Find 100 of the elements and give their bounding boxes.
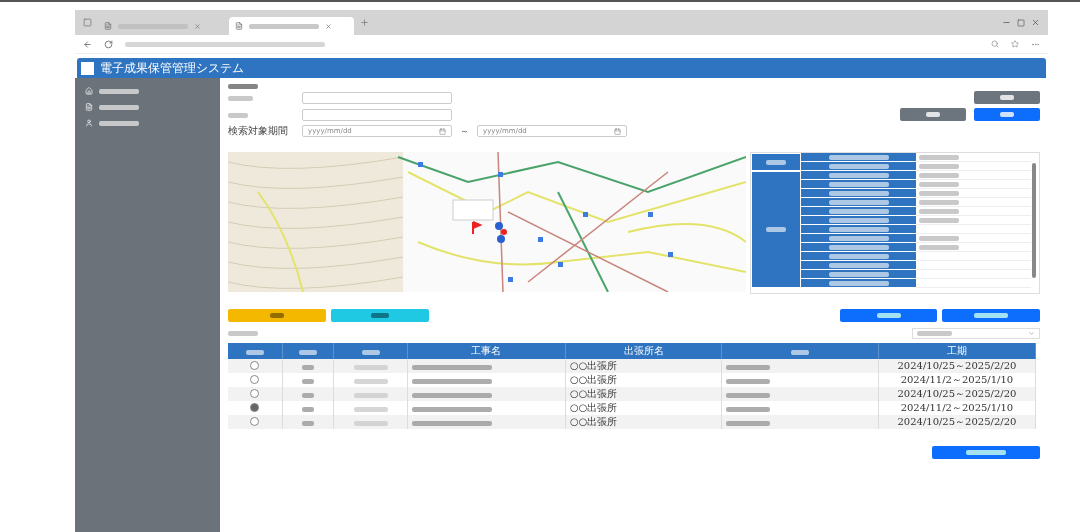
blurred-text: [726, 392, 771, 398]
blurred-text: [726, 406, 771, 412]
reload-icon[interactable]: [104, 39, 113, 49]
blurred-text: [298, 349, 317, 355]
star-icon[interactable]: [1011, 40, 1019, 48]
table-cell: ○○出張所: [565, 401, 722, 415]
chevron-down-icon: [1028, 330, 1035, 337]
calendar-icon[interactable]: [614, 127, 621, 135]
blurred-text: [919, 172, 959, 178]
action-button[interactable]: [932, 446, 1040, 459]
blurred-text: [726, 420, 771, 426]
table-cell: 2024/10/25～2025/2/20: [878, 359, 1036, 373]
column-header: 出張所名: [565, 343, 722, 359]
blurred-text: [919, 181, 959, 187]
row-radio[interactable]: [250, 374, 260, 384]
blurred-text: [361, 349, 380, 355]
blurred-text: [301, 406, 314, 412]
section-title: [228, 84, 258, 89]
period-label: 検索対象期間: [228, 124, 289, 138]
blurred-text: [791, 349, 810, 355]
blurred-text: [301, 378, 314, 384]
blurred-text: [828, 253, 889, 259]
blurred-text: [353, 364, 388, 370]
blurred-text: [919, 244, 959, 250]
blurred-text: [99, 120, 139, 126]
blurred-text: [919, 154, 959, 160]
row-radio[interactable]: [250, 360, 260, 370]
table-cell: 2024/10/25～2025/2/20: [878, 387, 1036, 401]
blurred-text: [828, 280, 889, 286]
maximize-icon[interactable]: [1017, 18, 1025, 27]
blurred-text: [270, 313, 284, 318]
blurred-text: [828, 181, 889, 187]
blurred-text: [919, 235, 959, 241]
search-button[interactable]: [974, 108, 1040, 121]
blurred-text: [228, 113, 248, 118]
blurred-text: [353, 406, 388, 412]
blurred-text: [99, 88, 139, 94]
action-button[interactable]: [228, 309, 326, 322]
blurred-text: [974, 313, 1008, 318]
user-icon: [85, 119, 93, 127]
table-cell: 2024/10/25～2025/2/20: [878, 415, 1036, 429]
result-count: [228, 331, 258, 336]
profile-icon[interactable]: [83, 18, 92, 27]
search-icon[interactable]: [991, 40, 999, 48]
row-radio[interactable]: [250, 416, 260, 426]
blurred-text: [919, 163, 959, 169]
blurred-text: [876, 313, 901, 318]
page-icon: [235, 22, 243, 30]
blurred-text: [726, 364, 771, 370]
blurred-text: [353, 420, 388, 426]
blurred-text: [828, 163, 889, 169]
home-icon: [85, 87, 93, 95]
blurred-text: [1000, 112, 1014, 117]
blurred-text: [828, 154, 889, 160]
scrollbar[interactable]: [1032, 163, 1036, 278]
blurred-text: [99, 104, 139, 110]
app-title: 電子成果保管管理システム: [100, 59, 244, 77]
back-icon[interactable]: [83, 39, 92, 49]
action-button[interactable]: [840, 309, 937, 322]
page-icon: [104, 22, 112, 30]
blurred-text: [828, 208, 889, 214]
table-cell: ○○出張所: [565, 373, 722, 387]
close-icon[interactable]: [194, 22, 201, 30]
blurred-text: [828, 199, 889, 205]
blurred-text: [828, 271, 889, 277]
calendar-icon[interactable]: [439, 127, 446, 135]
blurred-text: [726, 378, 771, 384]
blurred-text: [245, 349, 264, 355]
close-icon[interactable]: [1031, 18, 1040, 27]
table-cell: ○○出張所: [565, 359, 722, 373]
input-field[interactable]: [302, 91, 452, 104]
range-separator: ～: [460, 124, 469, 138]
row-radio[interactable]: [250, 388, 260, 398]
row-radio[interactable]: [250, 402, 260, 412]
blurred-text: [828, 190, 889, 196]
logo-icon: [81, 61, 94, 75]
input-field[interactable]: [302, 108, 452, 121]
action-button[interactable]: [974, 91, 1040, 104]
blurred-text: [917, 331, 952, 336]
blurred-text: [966, 450, 1006, 455]
action-button[interactable]: [942, 309, 1040, 322]
clear-button[interactable]: [900, 108, 966, 121]
blurred-text: [371, 313, 389, 318]
blurred-text: [353, 392, 388, 398]
action-button[interactable]: [331, 309, 429, 322]
browser-tab[interactable]: [229, 17, 354, 35]
blurred-text: [926, 112, 940, 117]
close-icon[interactable]: [325, 22, 332, 30]
blurred-text: [228, 96, 253, 101]
blurred-text: [1000, 95, 1014, 100]
new-tab-icon[interactable]: [360, 18, 369, 27]
address-bar[interactable]: [125, 41, 325, 47]
blurred-text: [353, 378, 388, 384]
sort-select[interactable]: [912, 328, 1040, 339]
blurred-text: [828, 226, 889, 232]
blurred-text: [919, 190, 959, 196]
blurred-text: [828, 217, 889, 223]
blurred-text: [828, 235, 889, 241]
blurred-text: [828, 244, 889, 250]
document-icon: [85, 103, 93, 111]
